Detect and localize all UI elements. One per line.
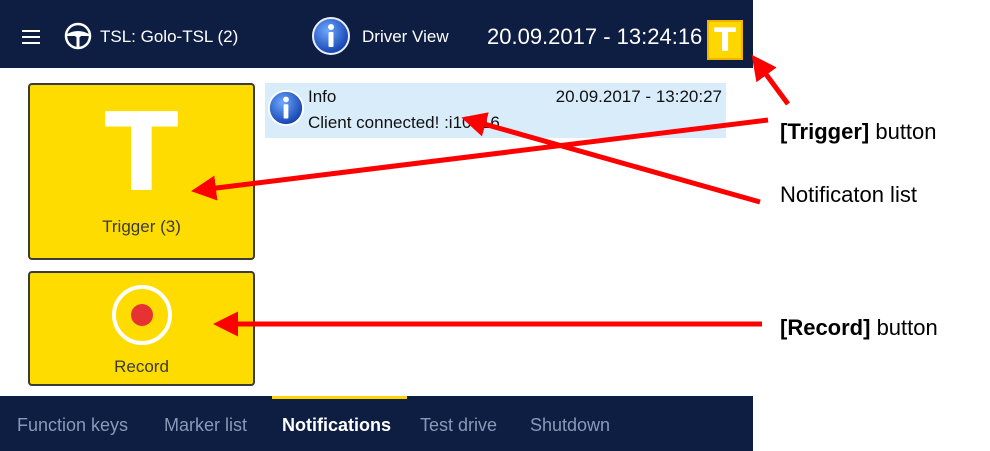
callout-record-bold: [Record] <box>780 315 871 340</box>
callout-notification-list: Notificaton list <box>780 182 917 207</box>
tab-notifications[interactable]: Notifications <box>282 415 391 436</box>
trigger-letter-icon: T <box>104 91 179 216</box>
tab-test-drive[interactable]: Test drive <box>420 415 497 436</box>
tab-marker-list[interactable]: Marker list <box>164 415 247 436</box>
menu-icon[interactable] <box>22 30 40 44</box>
tab-function-keys[interactable]: Function keys <box>17 415 128 436</box>
info-icon[interactable] <box>311 16 351 56</box>
callout-record-button: [Record] button <box>780 315 938 341</box>
driver-view-label[interactable]: Driver View <box>362 27 449 47</box>
record-button-label: Record <box>114 357 169 376</box>
callout-trigger-button: [Trigger] button <box>780 119 937 145</box>
datetime-display: 20.09.2017 - 13:24:16 <box>487 24 703 49</box>
callout-trigger-rest: button <box>869 119 937 144</box>
info-icon <box>267 89 305 127</box>
tab-shutdown[interactable]: Shutdown <box>530 415 610 436</box>
app-window: TSL: Golo-TSL (2) Driver View 20.09.2017… <box>0 0 753 451</box>
active-tab-indicator <box>272 396 407 399</box>
trigger-status-button[interactable]: T <box>707 20 743 60</box>
notification-time: 20.09.2017 - 13:20:27 <box>555 87 722 106</box>
callout-trigger-bold: [Trigger] <box>780 119 870 144</box>
steering-wheel-icon <box>64 22 92 50</box>
notification-message: Client connected! :i10816 <box>308 113 500 132</box>
record-button[interactable]: Record <box>28 271 255 386</box>
arrow-to-trigger-status <box>751 54 791 106</box>
trigger-button[interactable]: T Trigger (3) <box>28 83 255 260</box>
notification-item[interactable]: Info 20.09.2017 - 13:20:27 Client connec… <box>265 83 726 138</box>
top-bar: TSL: Golo-TSL (2) Driver View 20.09.2017… <box>0 0 753 68</box>
notification-type: Info <box>308 87 337 106</box>
tsl-label: TSL: Golo-TSL (2) <box>100 27 239 46</box>
record-icon <box>112 285 172 345</box>
trigger-button-label: Trigger (3) <box>102 217 181 236</box>
callout-record-rest: button <box>870 315 938 340</box>
